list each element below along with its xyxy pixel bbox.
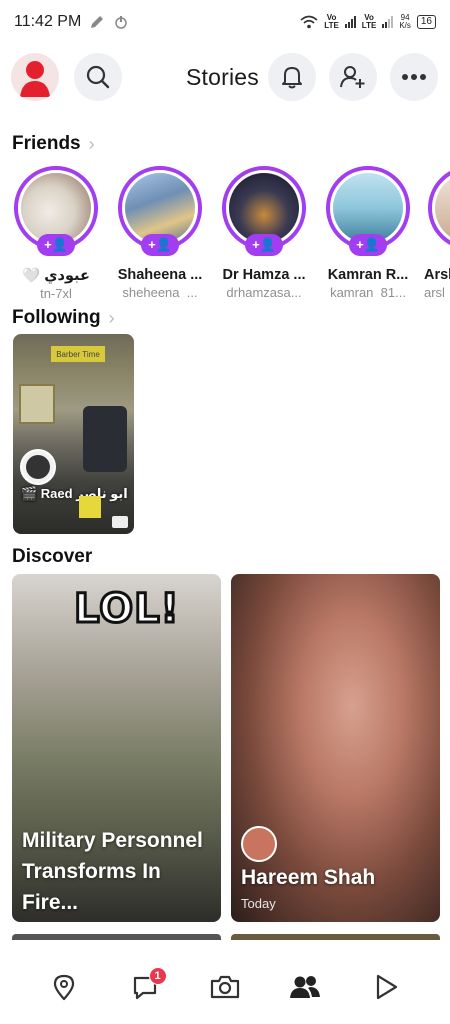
add-user-icon: +👤 [252, 237, 276, 252]
camera-icon [210, 975, 240, 999]
friend-username: tn-7xl [40, 286, 72, 298]
next-card-peek [231, 934, 440, 940]
add-user-icon: +👤 [356, 237, 380, 252]
camera-icon [112, 516, 128, 528]
net-speed: 94 K/s [399, 13, 411, 30]
friend-name: 🤍 عبودي [22, 268, 90, 284]
profile-avatar-button[interactable] [11, 53, 59, 101]
following-story-card[interactable]: Barber Time 🎬 Raed ابو ناصر [13, 334, 134, 534]
story-ring: +👤 [326, 166, 410, 256]
add-friend-button[interactable] [329, 53, 377, 101]
map-pin-icon [54, 974, 75, 1001]
more-dots-icon [402, 74, 426, 80]
chevron-right-icon: › [88, 133, 95, 154]
publisher-name: Hareem Shah [241, 866, 376, 889]
creator-avatar [20, 449, 56, 485]
friend-name: Kamran R... [327, 267, 409, 283]
bottom-navigation: 1 [0, 950, 450, 1024]
chat-notification-badge: 1 [148, 967, 167, 985]
volte-label-1: Vo LTE [324, 13, 339, 30]
add-user-icon: +👤 [44, 237, 68, 252]
friend-username: sheheena_... [122, 285, 198, 298]
story-overlay-text: LOL! [73, 585, 181, 634]
story-scene-mirror [19, 384, 55, 424]
friend-username: arsl [424, 285, 445, 298]
story-thumbnail [125, 173, 195, 243]
discover-section-header: Discover [12, 546, 92, 568]
publisher-avatar [241, 826, 277, 862]
friend-story[interactable]: +👤 Dr Hamza ... drhamzasa... [212, 166, 316, 298]
story-ring: +👤 [118, 166, 202, 256]
pencil-icon [91, 16, 104, 28]
discover-card[interactable]: LOL! Military Personnel Transforms In Fi… [12, 574, 221, 922]
story-ring [428, 166, 450, 250]
bitmoji-avatar-icon [20, 61, 50, 97]
volte-label-2: Vo LTE [361, 13, 377, 30]
story-scene-chair [83, 406, 127, 472]
friends-section-header[interactable]: Friends › [12, 133, 95, 155]
bell-icon [282, 67, 302, 89]
next-card-peek [12, 934, 221, 940]
status-time: 11:42 PM [14, 13, 82, 30]
signal-icon-2 [382, 16, 394, 28]
nav-camera[interactable] [205, 967, 245, 1007]
top-bar: Stories [0, 52, 450, 104]
add-user-icon [340, 66, 365, 88]
notifications-button[interactable] [268, 53, 316, 101]
more-options-button[interactable] [390, 53, 438, 101]
add-friend-badge[interactable]: +👤 [141, 234, 179, 256]
signal-icon [344, 16, 356, 28]
add-friend-badge[interactable]: +👤 [245, 234, 283, 256]
add-user-icon: +👤 [148, 237, 172, 252]
snapcode-icon [79, 496, 101, 518]
story-ring: +👤 [222, 166, 306, 256]
usb-icon [115, 16, 128, 29]
play-icon [376, 974, 397, 1000]
publish-time: Today [241, 896, 276, 911]
nav-chat[interactable]: 1 [125, 967, 167, 1007]
friend-username: drhamzasa... [226, 285, 302, 298]
friends-icon [290, 976, 321, 998]
friend-username: kamran_81... [330, 285, 406, 298]
story-thumbnail [229, 173, 299, 243]
following-title: Following [12, 307, 101, 328]
discover-card-title: Military Personnel Transforms In Fire... [22, 829, 203, 914]
battery-indicator: 16 [416, 15, 436, 29]
add-friend-badge[interactable]: +👤 [37, 234, 75, 256]
page-title: Stories [186, 64, 259, 90]
following-story-label: 🎬 Raed ابو ناصر [21, 486, 128, 501]
search-icon [86, 65, 110, 89]
friend-name: Arsl [424, 267, 450, 283]
friend-story[interactable]: +👤 Kamran R... kamran_81... [316, 166, 420, 298]
story-ring: +👤 [14, 166, 98, 256]
chevron-right-icon: › [108, 307, 115, 328]
friends-title: Friends [12, 133, 81, 154]
story-thumbnail [435, 173, 450, 243]
nav-spotlight[interactable] [366, 967, 406, 1007]
story-thumbnail [333, 173, 403, 243]
discover-card[interactable]: Hareem Shah Today [231, 574, 440, 922]
story-thumbnail [21, 173, 91, 243]
search-button[interactable] [74, 53, 122, 101]
following-section-header[interactable]: Following › [12, 307, 115, 329]
friend-story[interactable]: +👤 Shaheena ... sheheena_... [108, 166, 212, 298]
wifi-icon [300, 15, 318, 29]
friend-story[interactable]: Arsl arsl [420, 166, 450, 298]
friend-story[interactable]: +👤 🤍 عبودي tn-7xl [4, 166, 108, 298]
nav-stories[interactable] [285, 967, 325, 1007]
status-bar: 11:42 PM Vo LTE Vo LTE 94 K/s 16 [0, 0, 450, 44]
add-friend-badge[interactable]: +👤 [349, 234, 387, 256]
friends-carousel[interactable]: +👤 🤍 عبودي tn-7xl +👤 Shaheena ... shehee… [0, 166, 450, 298]
discover-title: Discover [12, 546, 93, 567]
story-sign-text: Barber Time [51, 346, 105, 362]
nav-map[interactable] [44, 967, 84, 1007]
friend-name: Dr Hamza ... [222, 267, 306, 283]
friend-name: Shaheena ... [117, 267, 203, 283]
